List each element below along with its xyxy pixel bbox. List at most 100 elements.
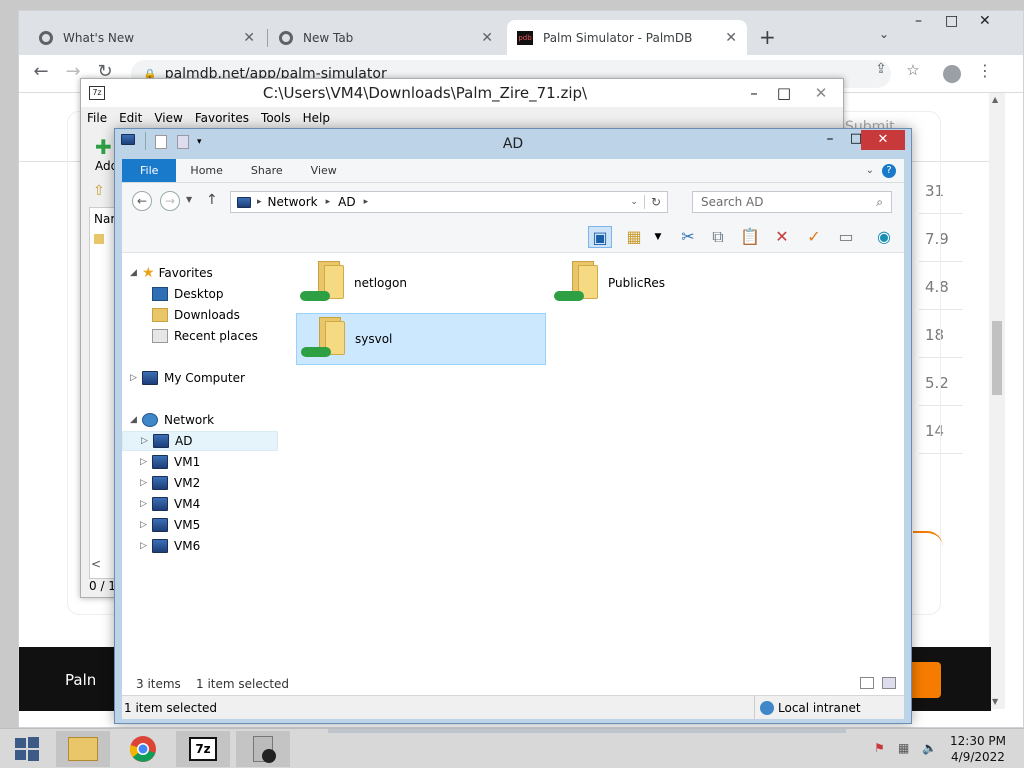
menu-help[interactable]: Help	[303, 111, 330, 125]
menu-view[interactable]: View	[154, 111, 182, 125]
close-icon[interactable]: ✕	[243, 30, 255, 46]
taskbar-chrome[interactable]	[116, 731, 170, 767]
volume-muted-icon[interactable]: 🔈	[922, 741, 937, 755]
list-item[interactable]: sysvol	[296, 313, 546, 365]
minimize-button[interactable]: –	[915, 13, 922, 29]
maximize-button[interactable]: □	[769, 84, 799, 102]
tab-palm-simulator[interactable]: pdb Palm Simulator - PalmDB ✕	[507, 20, 747, 55]
nav-network-vm1[interactable]: ▷ VM1	[140, 452, 200, 472]
nav-network[interactable]: ◢ Network	[130, 410, 214, 430]
up-arrow-icon[interactable]: ↑	[206, 192, 218, 208]
delete-icon[interactable]: ✕	[770, 226, 794, 248]
expand-arrow-icon[interactable]: ▷	[141, 436, 153, 446]
tab-share[interactable]: Share	[237, 159, 297, 182]
recent-places-icon	[152, 329, 168, 343]
menu-file[interactable]: File	[87, 111, 107, 125]
scroll-down-icon[interactable]: ▼	[992, 697, 998, 706]
list-item[interactable]: PublicRes	[550, 257, 800, 309]
taskbar-7zip[interactable]: 7z	[176, 731, 230, 767]
menu-favorites[interactable]: Favorites	[195, 111, 249, 125]
taskbar-palm-simulator[interactable]	[236, 731, 290, 767]
taskbar-file-explorer[interactable]	[56, 731, 110, 767]
refresh-icon[interactable]: ↻	[643, 195, 667, 209]
scrollbar-thumb[interactable]	[992, 321, 1002, 395]
up-folder-icon[interactable]: ⇧	[93, 183, 105, 199]
nav-network-vm2[interactable]: ▷ VM2	[140, 473, 200, 493]
properties-icon[interactable]: ▭	[834, 226, 858, 248]
nav-network-vm6[interactable]: ▷ VM6	[140, 536, 200, 556]
copy-icon[interactable]: ⧉	[706, 226, 730, 248]
paste-icon[interactable]: 📋	[738, 226, 762, 248]
ribbon-expand-chevron-icon[interactable]: ⌄	[866, 159, 874, 182]
details-view-icon[interactable]	[860, 677, 874, 689]
system-clock[interactable]: 12:30 PM 4/9/2022	[950, 733, 1006, 765]
back-button[interactable]: ←	[132, 191, 152, 211]
close-icon[interactable]: ✕	[481, 30, 493, 46]
nav-recent-places[interactable]: Recent places	[152, 326, 258, 346]
nav-network-vm4[interactable]: ▷ VM4	[140, 494, 200, 514]
view-options-icon[interactable]: ▦	[622, 226, 646, 248]
folder-icon[interactable]	[94, 234, 104, 244]
close-button[interactable]: ✕	[979, 13, 991, 29]
nav-network-vm5[interactable]: ▷ VM5	[140, 515, 200, 535]
recent-locations-chevron-icon[interactable]: ▼	[186, 195, 192, 204]
tab-search-chevron-icon[interactable]: ⌄	[879, 27, 889, 41]
list-item[interactable]: netlogon	[296, 257, 546, 309]
nav-my-computer[interactable]: ▷ My Computer	[130, 368, 245, 388]
expand-arrow-icon[interactable]: ▷	[130, 373, 142, 383]
large-icons-view-icon[interactable]	[882, 677, 896, 689]
cut-icon[interactable]: ✂	[676, 226, 700, 248]
maximize-button[interactable]: □	[945, 13, 958, 29]
profile-avatar[interactable]	[943, 65, 961, 83]
tab-file[interactable]: File	[122, 159, 177, 182]
menu-tools[interactable]: Tools	[261, 111, 291, 125]
tab-new-tab[interactable]: New Tab ✕	[269, 20, 503, 55]
shell-icon[interactable]: ◉	[872, 226, 896, 248]
scroll-left-icon[interactable]: <	[91, 557, 101, 571]
nav-favorites[interactable]: ◢ ★ Favorites	[130, 263, 213, 283]
nav-downloads[interactable]: Downloads	[152, 305, 240, 325]
back-arrow-icon[interactable]: ←	[29, 61, 53, 82]
help-icon[interactable]: ?	[882, 164, 896, 178]
page-scrollbar[interactable]: ▼ ▲	[989, 93, 1005, 709]
breadcrumb[interactable]: ▸ Network ▸ AD ▸ ⌄ ↻	[230, 191, 668, 213]
tab-whats-new[interactable]: What's New ✕	[29, 20, 265, 55]
network-status-icon[interactable]: ▦	[898, 741, 909, 755]
collapse-arrow-icon[interactable]: ◢	[130, 268, 142, 278]
menu-kebab-icon[interactable]: ⋮	[973, 61, 997, 80]
expand-arrow-icon[interactable]: ▷	[140, 541, 152, 551]
network-icon	[237, 196, 251, 208]
expand-arrow-icon[interactable]: ▷	[140, 457, 152, 467]
minimize-button[interactable]: –	[739, 84, 769, 102]
nav-network-ad[interactable]: ▷ AD	[122, 431, 278, 451]
menu-edit[interactable]: Edit	[119, 111, 142, 125]
add-plus-icon[interactable]: ✚	[95, 135, 112, 159]
bookmark-star-icon[interactable]: ☆	[901, 61, 925, 79]
collapse-arrow-icon[interactable]: ◢	[130, 415, 142, 425]
close-icon[interactable]: ✕	[725, 30, 737, 46]
close-button[interactable]: ✕	[799, 84, 843, 102]
scroll-up-icon[interactable]: ▲	[992, 95, 998, 104]
expand-arrow-icon[interactable]: ▷	[140, 520, 152, 530]
tab-view[interactable]: View	[297, 159, 351, 182]
expand-arrow-icon[interactable]: ▷	[140, 478, 152, 488]
breadcrumb-ad[interactable]: AD	[338, 195, 355, 209]
tab-home[interactable]: Home	[176, 159, 236, 182]
nav-desktop[interactable]: Desktop	[152, 284, 224, 304]
start-button[interactable]	[0, 731, 54, 767]
action-center-flag-icon[interactable]: ⚑	[874, 741, 885, 755]
sevenzip-logo-icon: 7z	[89, 86, 105, 100]
share-icon[interactable]: ⇪	[869, 61, 893, 77]
expand-arrow-icon[interactable]: ▷	[140, 499, 152, 509]
shared-folder-icon	[554, 261, 602, 305]
close-button[interactable]: ✕	[861, 130, 905, 150]
address-dropdown-icon[interactable]: ⌄	[630, 197, 638, 207]
preview-pane-icon[interactable]: ▣	[588, 226, 612, 248]
forward-button[interactable]: →	[160, 191, 180, 211]
view-dropdown-icon[interactable]: ▼	[646, 226, 670, 248]
rename-check-icon[interactable]: ✓	[802, 226, 826, 248]
search-box[interactable]: Search AD ⌕	[692, 191, 892, 213]
minimize-button[interactable]: –	[817, 131, 843, 149]
new-tab-button[interactable]: +	[759, 25, 776, 49]
breadcrumb-network[interactable]: Network	[268, 195, 318, 209]
